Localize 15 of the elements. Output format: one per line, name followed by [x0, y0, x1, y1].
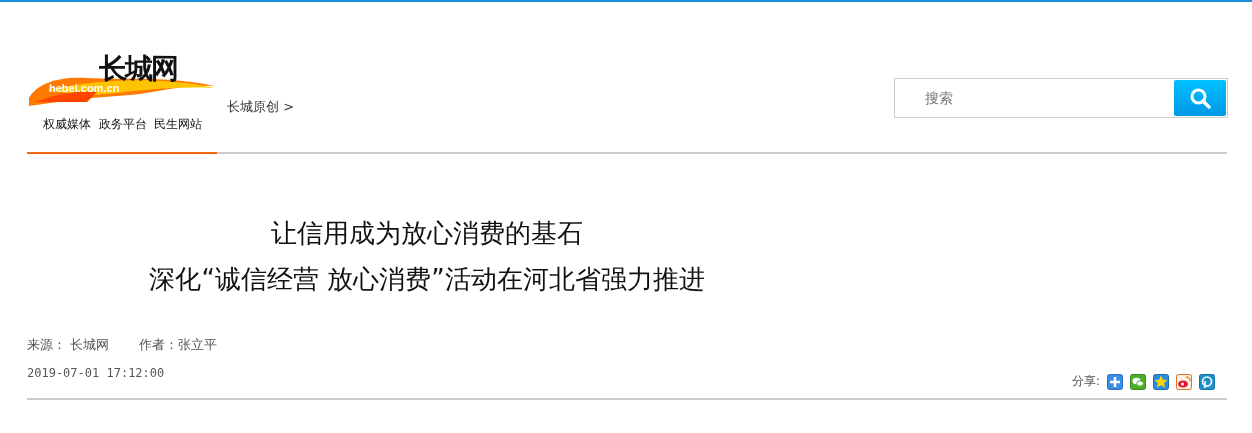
logo-slogan: 权威媒体 政务平台 民生网站 [43, 116, 203, 133]
plus-icon[interactable] [1107, 373, 1123, 390]
article-title: 让信用成为放心消费的基石 [271, 217, 583, 250]
share-label: 分享: [1071, 373, 1100, 390]
search-icon [1189, 87, 1211, 109]
author-text: 作者：张立平 [139, 336, 218, 354]
logo-domain: hebei.com.cn [49, 82, 120, 94]
p-icon[interactable] [1199, 373, 1215, 390]
article-title: 深化“诚信经营 放心消费”活动在河北省强力推进 [149, 263, 705, 296]
breadcrumb-link[interactable]: 长城原创 > [227, 98, 295, 116]
search-button[interactable] [1174, 80, 1226, 116]
publish-date: 2019-07-01 17:12:00 [27, 366, 165, 380]
source-text: 来源： 长城网 [27, 336, 110, 354]
star-icon[interactable] [1153, 373, 1169, 390]
chat-bubbles-icon[interactable] [1130, 373, 1146, 390]
